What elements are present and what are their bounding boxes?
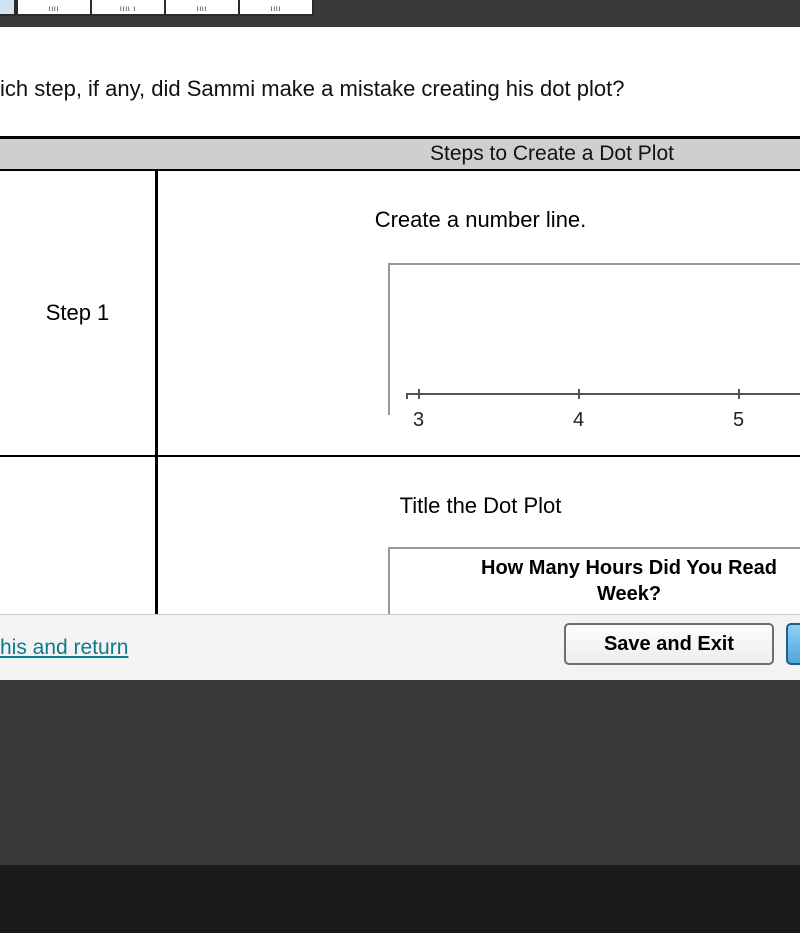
dark-footer bbox=[0, 865, 800, 933]
step-label-cell: Step 1 bbox=[0, 171, 158, 455]
toolbar-slot: IIII bbox=[238, 0, 314, 16]
step-instruction: Create a number line. bbox=[158, 207, 800, 233]
dark-region bbox=[0, 680, 800, 865]
axis-tick-label: 3 bbox=[413, 409, 424, 432]
dot-plot-title: How Many Hours Did You Read Week? bbox=[388, 547, 800, 617]
step-content-cell: Title the Dot Plot How Many Hours Did Yo… bbox=[158, 457, 800, 617]
return-link[interactable]: his and return bbox=[0, 636, 128, 660]
table-header: Steps to Create a Dot Plot bbox=[0, 139, 800, 171]
toolbar-slot: IIII I bbox=[90, 0, 166, 16]
question-text: ich step, if any, did Sammi make a mista… bbox=[0, 76, 624, 102]
step-instruction: Title the Dot Plot bbox=[158, 493, 800, 519]
table-row: Step 1 Create a number line. 3 4 5 bbox=[0, 171, 800, 457]
number-line-axis bbox=[406, 393, 800, 395]
save-and-exit-button[interactable]: Save and Exit bbox=[564, 623, 774, 665]
steps-table: Steps to Create a Dot Plot Step 1 Create… bbox=[0, 136, 800, 617]
toolbar-slot: IIII bbox=[16, 0, 92, 16]
axis-tick bbox=[738, 389, 740, 399]
table-row: Title the Dot Plot How Many Hours Did Yo… bbox=[0, 457, 800, 617]
step-content-cell: Create a number line. 3 4 5 bbox=[158, 171, 800, 455]
step-label-cell bbox=[0, 457, 158, 617]
axis-tick-label: 5 bbox=[733, 409, 744, 432]
next-button[interactable] bbox=[786, 623, 800, 665]
window-corner-icon bbox=[0, 0, 16, 16]
toolbar-slot: IIII bbox=[164, 0, 240, 16]
axis-tick-label: 4 bbox=[573, 409, 584, 432]
axis-tick bbox=[418, 389, 420, 399]
axis-tick bbox=[578, 389, 580, 399]
